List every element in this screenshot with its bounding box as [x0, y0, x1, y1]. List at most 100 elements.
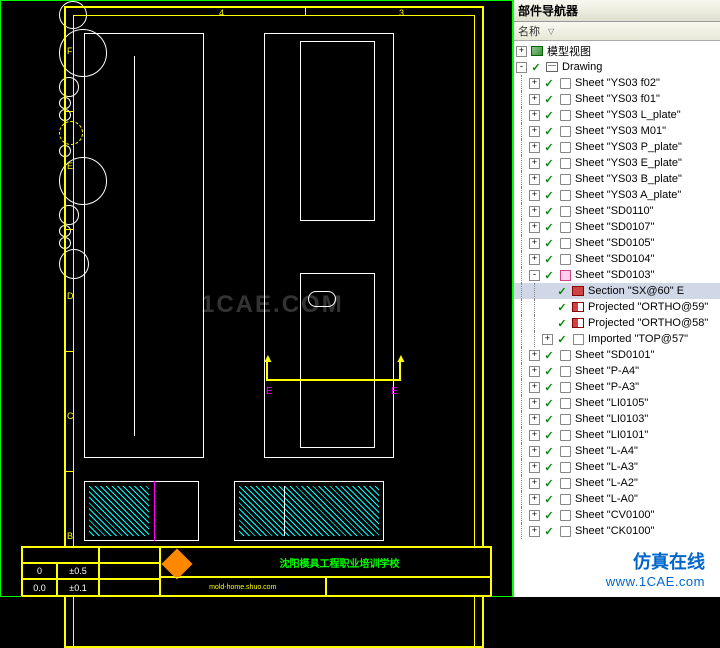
check-icon[interactable]: ✓ — [542, 205, 556, 217]
tree-sheet[interactable]: +✓Sheet "CK0100" — [514, 523, 720, 539]
check-icon[interactable]: ✓ — [529, 61, 543, 73]
tree-sheet[interactable]: +✓Sheet "L-A0" — [514, 491, 720, 507]
check-icon[interactable]: ✓ — [542, 125, 556, 137]
expander-icon[interactable]: + — [529, 382, 540, 393]
expander-icon[interactable]: + — [529, 478, 540, 489]
tree-projected[interactable]: ✓Projected "ORTHO@58" — [514, 315, 720, 331]
expander-icon[interactable]: + — [529, 398, 540, 409]
tree-sheet[interactable]: +✓Sheet "L-A3" — [514, 459, 720, 475]
expander-icon[interactable]: - — [516, 62, 527, 73]
check-icon[interactable]: ✓ — [542, 93, 556, 105]
tree-sheet[interactable]: +✓Sheet "YS03 M01" — [514, 123, 720, 139]
tree-imported[interactable]: +✓Imported "TOP@57" — [514, 331, 720, 347]
expander-icon[interactable]: + — [529, 350, 540, 361]
expander-icon[interactable]: + — [529, 126, 540, 137]
check-icon[interactable]: ✓ — [542, 381, 556, 393]
check-icon[interactable]: ✓ — [555, 285, 569, 297]
expander-icon[interactable]: + — [542, 334, 553, 345]
panel-title: 部件导航器 — [514, 0, 720, 22]
tree-sheet[interactable]: +✓Sheet "P-A3" — [514, 379, 720, 395]
tree-sheet[interactable]: +✓Sheet "SD0104" — [514, 251, 720, 267]
tree-drawing[interactable]: -✓Drawing — [514, 59, 720, 75]
tree-sheet[interactable]: +✓Sheet "LI0101" — [514, 427, 720, 443]
check-icon[interactable]: ✓ — [542, 269, 556, 281]
check-icon[interactable]: ✓ — [542, 445, 556, 457]
tree-sheet[interactable]: -✓Sheet "SD0103" — [514, 267, 720, 283]
check-icon[interactable]: ✓ — [542, 109, 556, 121]
tree-sheet[interactable]: +✓Sheet "YS03 f01" — [514, 91, 720, 107]
expander-icon[interactable]: + — [529, 206, 540, 217]
tree-sheet[interactable]: +✓Sheet "LI0105" — [514, 395, 720, 411]
tree-section[interactable]: ✓Section "SX@60" E — [514, 283, 720, 299]
expander-icon[interactable]: + — [516, 46, 527, 57]
tree-sheet[interactable]: +✓Sheet "YS03 E_plate" — [514, 155, 720, 171]
check-icon[interactable]: ✓ — [542, 221, 556, 233]
tree-sheet[interactable]: +✓Sheet "YS03 A_plate" — [514, 187, 720, 203]
tree-sheet[interactable]: +✓Sheet "YS03 L_plate" — [514, 107, 720, 123]
expander-icon[interactable]: + — [529, 94, 540, 105]
check-icon[interactable]: ✓ — [555, 317, 569, 329]
cad-canvas[interactable]: 1CAE.COM 4 3 F E D C B — [0, 0, 513, 597]
panel-column-header[interactable]: 名称 ▽ — [514, 22, 720, 41]
tree-sheet[interactable]: +✓Sheet "LI0103" — [514, 411, 720, 427]
expander-icon[interactable]: + — [529, 142, 540, 153]
expander-icon[interactable]: + — [529, 366, 540, 377]
expander-icon[interactable]: + — [529, 446, 540, 457]
tree-sheet[interactable]: +✓Sheet "SD0110" — [514, 203, 720, 219]
expander-icon[interactable]: + — [529, 238, 540, 249]
check-icon[interactable]: ✓ — [542, 157, 556, 169]
tree-sheet[interactable]: +✓Sheet "SD0101" — [514, 347, 720, 363]
check-icon[interactable]: ✓ — [542, 77, 556, 89]
check-icon[interactable]: ✓ — [542, 253, 556, 265]
tree-body[interactable]: +模型视图-✓Drawing+✓Sheet "YS03 f02"+✓Sheet … — [514, 41, 720, 597]
tree-projected[interactable]: ✓Projected "ORTHO@59" — [514, 299, 720, 315]
check-icon[interactable]: ✓ — [542, 237, 556, 249]
tree-model-view[interactable]: +模型视图 — [514, 43, 720, 59]
tree-sheet[interactable]: +✓Sheet "YS03 P_plate" — [514, 139, 720, 155]
check-icon[interactable]: ✓ — [542, 365, 556, 377]
expander-icon[interactable]: + — [529, 414, 540, 425]
icon-sheet-icon — [557, 396, 573, 410]
tree-sheet[interactable]: +✓Sheet "YS03 f02" — [514, 75, 720, 91]
title-block: 沈阳模具工程职业培训学校 mold-home.shuo.com — [159, 546, 492, 596]
check-icon[interactable]: ✓ — [542, 349, 556, 361]
expander-icon[interactable]: + — [529, 222, 540, 233]
expander-icon[interactable]: + — [529, 78, 540, 89]
check-icon[interactable]: ✓ — [542, 429, 556, 441]
check-icon[interactable]: ✓ — [542, 413, 556, 425]
tree-sheet[interactable]: +✓Sheet "SD0107" — [514, 219, 720, 235]
expander-icon[interactable]: - — [529, 270, 540, 281]
tree-sheet[interactable]: +✓Sheet "L-A4" — [514, 443, 720, 459]
check-icon[interactable]: ✓ — [555, 301, 569, 313]
tree-sheet[interactable]: +✓Sheet "SD0105" — [514, 235, 720, 251]
expander-icon[interactable]: + — [529, 430, 540, 441]
check-icon[interactable]: ✓ — [555, 333, 569, 345]
expander-icon[interactable]: + — [529, 526, 540, 537]
tree-sheet[interactable]: +✓Sheet "CV0100" — [514, 507, 720, 523]
check-icon[interactable]: ✓ — [542, 173, 556, 185]
check-icon[interactable]: ✓ — [542, 461, 556, 473]
expander-icon[interactable]: + — [529, 254, 540, 265]
check-icon[interactable]: ✓ — [542, 493, 556, 505]
section-arrow-right: E — [391, 386, 398, 397]
tree-sheet[interactable]: +✓Sheet "L-A2" — [514, 475, 720, 491]
check-icon[interactable]: ✓ — [542, 397, 556, 409]
check-icon[interactable]: ✓ — [542, 509, 556, 521]
check-icon[interactable]: ✓ — [542, 477, 556, 489]
check-icon[interactable]: ✓ — [542, 141, 556, 153]
expander-icon[interactable]: + — [529, 158, 540, 169]
expander-icon[interactable]: + — [529, 494, 540, 505]
expander-icon[interactable]: + — [529, 190, 540, 201]
icon-sheet-icon — [557, 92, 573, 106]
expander-icon[interactable]: + — [529, 110, 540, 121]
expander-icon[interactable]: + — [529, 462, 540, 473]
expander-icon[interactable]: + — [529, 510, 540, 521]
tree-sheet[interactable]: +✓Sheet "YS03 B_plate" — [514, 171, 720, 187]
check-icon[interactable]: ✓ — [542, 189, 556, 201]
ruler-top-1: 4 — [219, 8, 224, 18]
icon-sheet-icon — [557, 76, 573, 90]
tree-sheet[interactable]: +✓Sheet "P-A4" — [514, 363, 720, 379]
expander-icon[interactable]: + — [529, 174, 540, 185]
part-navigator-panel: 部件导航器 名称 ▽ +模型视图-✓Drawing+✓Sheet "YS03 f… — [513, 0, 720, 597]
check-icon[interactable]: ✓ — [542, 525, 556, 537]
